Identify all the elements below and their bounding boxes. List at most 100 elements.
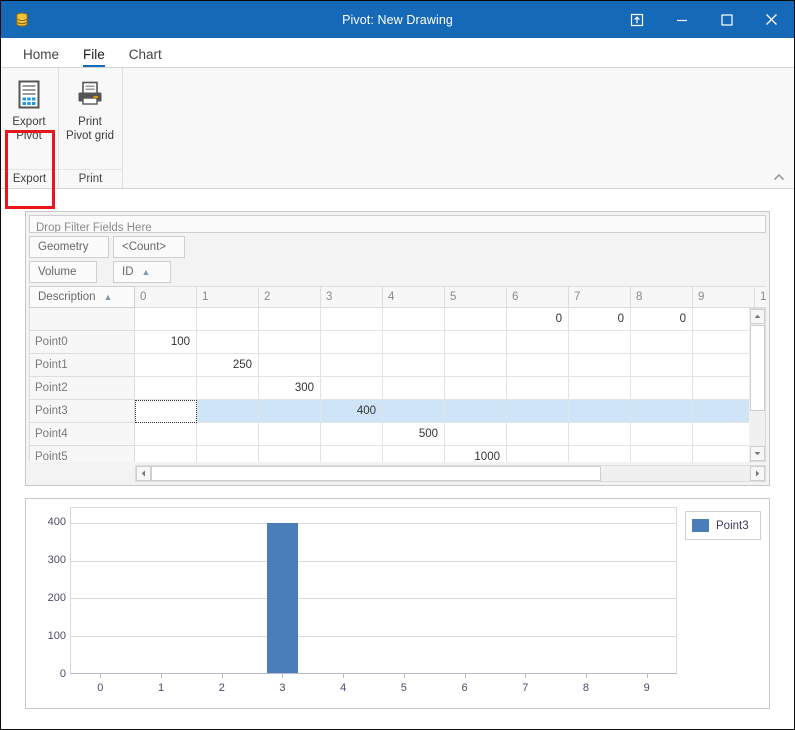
scroll-down-icon[interactable] — [749, 446, 765, 461]
scroll-right-icon[interactable] — [750, 466, 765, 481]
pivot-cell[interactable] — [445, 377, 507, 400]
tab-chart[interactable]: Chart — [117, 47, 174, 67]
pivot-cell[interactable] — [197, 446, 259, 462]
table-row[interactable]: Point4 500 — [29, 423, 749, 446]
pivot-cell[interactable] — [259, 331, 321, 354]
table-row[interactable]: 000 — [29, 308, 749, 331]
table-row[interactable]: Point1 250 — [29, 354, 749, 377]
pivot-cell[interactable] — [197, 423, 259, 446]
field-chip-count[interactable]: <Count> — [113, 236, 185, 258]
pivot-cell[interactable] — [569, 377, 631, 400]
pivot-cell[interactable] — [135, 446, 197, 462]
pivot-cell[interactable] — [259, 423, 321, 446]
pivot-cell[interactable]: 0 — [631, 308, 693, 331]
pivot-cell[interactable] — [321, 354, 383, 377]
pivot-cell[interactable] — [631, 354, 693, 377]
pivot-cell[interactable] — [445, 400, 507, 423]
pivot-column-header[interactable]: 1 — [197, 286, 259, 308]
pivot-cell[interactable] — [383, 308, 445, 331]
pivot-row-header[interactable]: Point0 — [29, 331, 135, 354]
pivot-row-header[interactable]: Point4 — [29, 423, 135, 446]
pivot-cell[interactable] — [135, 377, 197, 400]
close-button[interactable] — [749, 1, 794, 38]
pivot-cell[interactable] — [631, 423, 693, 446]
pivot-cell[interactable] — [321, 377, 383, 400]
pivot-cell[interactable]: 1000 — [445, 446, 507, 462]
pivot-cell[interactable] — [693, 308, 749, 331]
chevron-up-icon[interactable] — [770, 169, 788, 185]
pivot-cell[interactable] — [135, 354, 197, 377]
print-pivot-grid-button[interactable]: Print Pivot grid — [59, 74, 121, 143]
scroll-up-icon[interactable] — [749, 309, 765, 324]
pivot-column-header[interactable]: 3 — [321, 286, 383, 308]
pivot-cell[interactable] — [631, 331, 693, 354]
pivot-cell[interactable] — [507, 354, 569, 377]
pivot-cell[interactable] — [383, 446, 445, 462]
field-chip-volume[interactable]: Volume — [29, 261, 97, 283]
pivot-cell[interactable] — [259, 308, 321, 331]
pivot-cell[interactable] — [135, 308, 197, 331]
pivot-cell[interactable] — [569, 400, 631, 423]
pivot-cell[interactable] — [631, 377, 693, 400]
pivot-row-header[interactable] — [29, 308, 135, 331]
pivot-cell[interactable]: 300 — [259, 377, 321, 400]
pivot-cell[interactable] — [321, 423, 383, 446]
pivot-cell[interactable] — [197, 377, 259, 400]
pivot-cell[interactable] — [631, 446, 693, 462]
scroll-left-icon[interactable] — [136, 466, 151, 481]
field-chip-id[interactable]: ID ▲ — [113, 261, 171, 283]
pivot-cell[interactable] — [507, 446, 569, 462]
pivot-cell[interactable] — [383, 331, 445, 354]
field-chip-geometry[interactable]: Geometry — [29, 236, 109, 258]
maximize-button[interactable] — [704, 1, 749, 38]
pivot-cell[interactable]: 100 — [135, 331, 197, 354]
dock-window-button[interactable] — [614, 1, 659, 38]
pivot-column-header[interactable]: 5 — [445, 286, 507, 308]
table-row[interactable]: Point0 100 — [29, 331, 749, 354]
pivot-cell[interactable] — [197, 400, 259, 423]
pivot-cell[interactable]: 400 — [321, 400, 383, 423]
pivot-cell[interactable] — [445, 354, 507, 377]
tab-home[interactable]: Home — [11, 47, 71, 67]
horizontal-scrollbar-thumb[interactable] — [151, 466, 601, 481]
horizontal-scrollbar[interactable] — [135, 465, 766, 482]
pivot-cell[interactable] — [569, 354, 631, 377]
pivot-cell[interactable] — [693, 400, 749, 423]
pivot-cell[interactable] — [259, 354, 321, 377]
pivot-cell[interactable] — [507, 331, 569, 354]
pivot-column-header[interactable]: 1 — [755, 286, 766, 308]
field-chip-description-sort-icon[interactable]: ▲ — [104, 292, 113, 302]
pivot-cell[interactable]: 500 — [383, 423, 445, 446]
pivot-cell[interactable] — [259, 400, 321, 423]
pivot-cell[interactable] — [693, 354, 749, 377]
pivot-cell[interactable]: 250 — [197, 354, 259, 377]
pivot-cell[interactable] — [507, 400, 569, 423]
pivot-cell[interactable] — [383, 400, 445, 423]
pivot-cell[interactable] — [383, 377, 445, 400]
filter-drop-area[interactable]: Drop Filter Fields Here — [29, 215, 766, 233]
pivot-cell[interactable] — [693, 331, 749, 354]
pivot-column-header[interactable]: 2 — [259, 286, 321, 308]
pivot-cell[interactable] — [135, 400, 197, 423]
pivot-cell[interactable] — [507, 377, 569, 400]
pivot-cell[interactable] — [321, 308, 383, 331]
table-row[interactable]: Point2 300 — [29, 377, 749, 400]
pivot-column-header[interactable]: 8 — [631, 286, 693, 308]
pivot-cell[interactable] — [507, 423, 569, 446]
pivot-cell[interactable] — [445, 308, 507, 331]
pivot-cell[interactable] — [135, 423, 197, 446]
pivot-row-header[interactable]: Point3 — [29, 400, 135, 423]
pivot-row-header[interactable]: Point1 — [29, 354, 135, 377]
pivot-cell[interactable] — [445, 331, 507, 354]
pivot-cell[interactable] — [569, 331, 631, 354]
vertical-scrollbar[interactable] — [749, 308, 766, 462]
field-chip-id-sort-icon[interactable]: ▲ — [142, 267, 151, 277]
pivot-cell[interactable] — [693, 423, 749, 446]
pivot-cell[interactable] — [383, 354, 445, 377]
vertical-scrollbar-thumb[interactable] — [749, 325, 765, 411]
pivot-cell[interactable] — [259, 446, 321, 462]
field-chip-description[interactable]: Description ▲ — [29, 286, 135, 308]
pivot-column-header[interactable]: 9 — [693, 286, 755, 308]
pivot-cell[interactable] — [197, 308, 259, 331]
pivot-cell[interactable]: 0 — [569, 308, 631, 331]
